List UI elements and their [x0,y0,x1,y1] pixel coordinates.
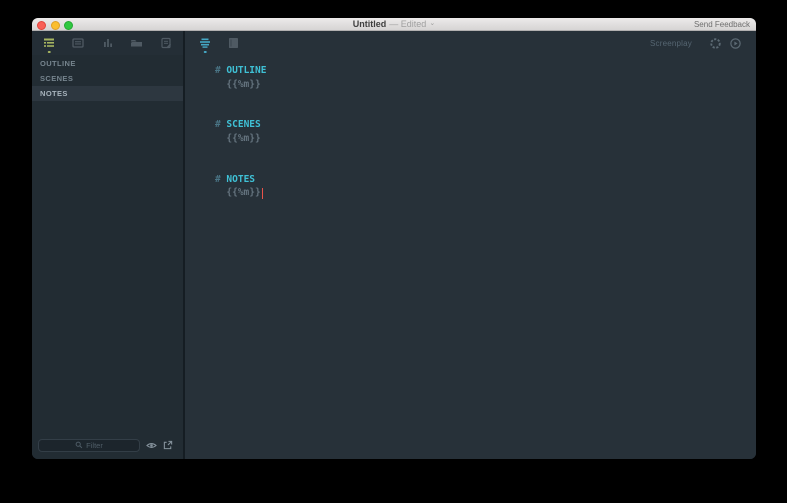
hash-token: # [215,119,221,130]
main-area: OUTLINE SCENES NOTES Filter [32,31,756,459]
outline-list-icon [43,37,55,49]
sidebar-item-scenes[interactable]: SCENES [32,71,183,86]
statistics-icon [102,37,114,49]
heading-text: NOTES [226,174,255,185]
active-dot [48,51,51,54]
token-text: {{%m}} [226,186,260,200]
markdown-heading: # SCENES [215,118,756,132]
eye-icon [146,441,157,450]
scratchpad-icon [160,37,172,49]
sidebar: OUTLINE SCENES NOTES Filter [32,31,183,459]
sidebar-item-notes[interactable]: NOTES [32,86,183,101]
heading-text: SCENES [226,119,260,130]
sidebar-item-label: SCENES [40,74,73,83]
template-token: {{%m}} [215,186,756,200]
outline-list-button[interactable] [42,33,56,53]
editor-block-notes: # NOTES {{%m}} [215,173,756,200]
template-token: {{%m}} [215,78,756,92]
paragraph-view-icon [199,37,211,49]
token-text: {{%m}} [226,132,260,146]
scratchpad-button[interactable] [159,33,173,53]
hash-token: # [215,174,221,185]
sidebar-item-label: OUTLINE [40,59,76,68]
sidebar-item-label: NOTES [40,89,68,98]
title-bar: Untitled — Edited ⌄ Send Feedback [32,18,756,31]
external-link-icon [163,440,173,450]
index-cards-button[interactable] [71,33,85,53]
sidebar-toolbar [32,31,183,55]
token-text: {{%m}} [226,78,260,92]
play-preview-icon [729,37,742,50]
folder-icon [130,37,143,49]
editor-block-scenes: # SCENES {{%m}} [215,118,756,145]
goals-button[interactable] [709,37,722,50]
send-feedback-button[interactable]: Send Feedback [694,18,750,30]
paragraph-view-button[interactable] [198,33,212,53]
preview-play-button[interactable] [729,37,742,50]
editor-pane: Screenplay # OUTLINE {{%m}} [185,31,756,459]
hash-token: # [215,65,221,76]
window-title: Untitled — Edited ⌄ [32,18,756,30]
search-icon [75,441,83,449]
preview-visibility-button[interactable] [146,441,157,450]
editor-content[interactable]: # OUTLINE {{%m}} # SCENES {{%m}} # NOTES {{… [185,55,756,459]
gear-icon [709,37,722,50]
heading-text: OUTLINE [226,65,266,76]
edited-status: — Edited [389,18,426,30]
editor-toolbar: Screenplay [185,31,756,55]
mode-label[interactable]: Screenplay [650,39,692,48]
filter-input[interactable]: Filter [38,439,140,452]
statistics-button[interactable] [101,33,115,53]
folder-button[interactable] [130,33,144,53]
editor-block-outline: # OUTLINE {{%m}} [215,64,756,91]
open-external-button[interactable] [163,440,173,450]
filter-placeholder: Filter [86,441,103,450]
app-window: Untitled — Edited ⌄ Send Feedback [32,18,756,459]
index-cards-icon [72,37,84,49]
text-cursor [262,188,264,199]
sidebar-empty-area [32,101,183,434]
markdown-heading: # NOTES [215,173,756,187]
active-dot [204,51,207,54]
sidebar-list: OUTLINE SCENES NOTES [32,56,183,101]
template-token: {{%m}} [215,132,756,146]
title-disclosure-chevron-icon[interactable]: ⌄ [429,18,435,30]
page-view-icon [228,37,239,49]
markdown-heading: # OUTLINE [215,64,756,78]
document-title: Untitled [353,18,387,30]
sidebar-footer: Filter [32,434,183,459]
sidebar-item-outline[interactable]: OUTLINE [32,56,183,71]
page-view-button[interactable] [226,33,240,53]
